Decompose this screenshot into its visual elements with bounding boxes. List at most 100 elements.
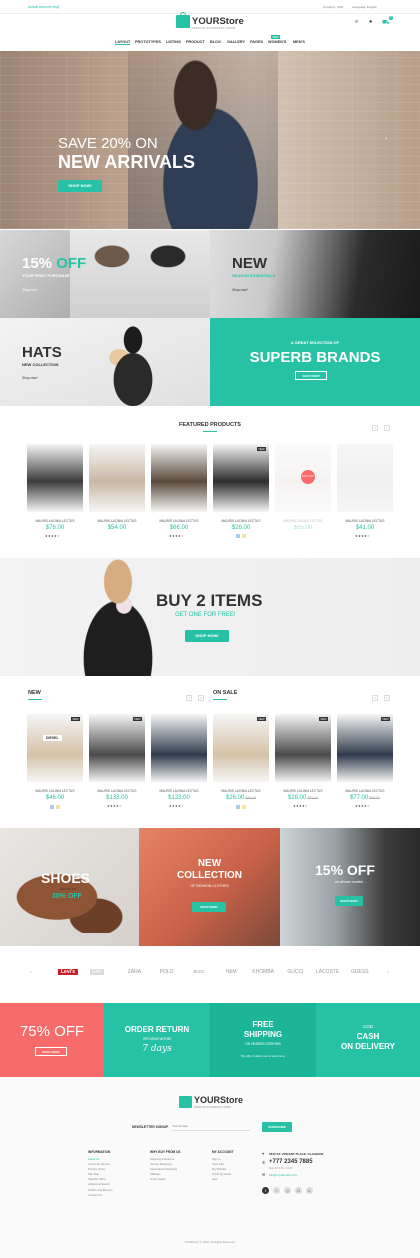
brand-logo[interactable]: ZARA xyxy=(122,969,146,975)
product-image[interactable] xyxy=(151,714,207,782)
newsletter-email-input[interactable] xyxy=(172,1122,250,1131)
brand-logo[interactable]: KHOMBA xyxy=(251,969,275,975)
collection-discount[interactable]: 15% OFF on all new models SHOP NOW! xyxy=(280,828,420,946)
facebook-icon[interactable]: f xyxy=(262,1187,269,1194)
account-icon[interactable]: ● xyxy=(369,19,372,25)
product-name[interactable]: MAURIS LACINIA LECTUS xyxy=(211,519,271,523)
instagram-icon[interactable]: ◘ xyxy=(295,1187,302,1194)
product-name[interactable]: MAURIS LACINIA LECTUS xyxy=(335,789,395,793)
subscribe-button[interactable]: SUBSCRIBE xyxy=(262,1122,292,1132)
nav-prototypes[interactable]: PROTOTYPES xyxy=(135,40,161,44)
cart-icon[interactable]: ⛟ xyxy=(382,19,390,27)
product-image[interactable] xyxy=(213,444,269,512)
product-name[interactable]: MAURIS LACINIA LECTUS xyxy=(149,789,209,793)
collection-shoes[interactable]: SHOES GET UP TO 30% OFF xyxy=(0,828,139,946)
search-icon[interactable]: ⌕ xyxy=(355,19,358,26)
nav-pages[interactable]: PAGES xyxy=(250,40,263,44)
feature-sale[interactable]: 75% OFF SHOP NOW! xyxy=(0,1003,104,1077)
featured-prev-arrow[interactable]: ‹ xyxy=(372,425,378,431)
new-next-arrow[interactable]: › xyxy=(198,695,204,701)
brand-logo[interactable]: GUESS xyxy=(348,969,372,975)
product-image[interactable] xyxy=(337,444,393,512)
brand-logo[interactable]: H&M xyxy=(219,969,243,975)
nav-gallery[interactable]: GALLERY xyxy=(227,40,245,44)
product-name[interactable]: MAURIS LACINIA LECTUS xyxy=(87,519,147,523)
nav-blog[interactable]: BLOG xyxy=(210,40,221,44)
brands-next-arrow[interactable]: › xyxy=(385,970,391,976)
hero-shop-button[interactable]: SHOP NOW! xyxy=(58,180,102,192)
footer-link[interactable]: Contact Us xyxy=(88,1193,143,1198)
currency-select[interactable]: Currency: USD xyxy=(323,5,343,9)
product-image[interactable] xyxy=(337,714,393,782)
brand-logo[interactable]: POLO xyxy=(155,969,179,975)
product-name[interactable]: MAURIS LACINIA LECTUS xyxy=(25,519,85,523)
collection-new-title-2: COLLECTION xyxy=(177,870,242,881)
promo-title: BUY 2 ITEMS xyxy=(156,591,263,610)
banner-brands[interactable]: A GREAT SELECTION OF SUPERB BRANDS SHOP … xyxy=(210,318,420,406)
color-swatch-yellow[interactable] xyxy=(56,805,60,809)
promo-shop-button[interactable]: SHOP NOW! xyxy=(185,630,229,642)
product-name[interactable]: MAURIS LACINIA LECTUS xyxy=(273,789,333,793)
nav-womens[interactable]: WOMEN'S xyxy=(268,40,286,44)
feature-sale-button[interactable]: SHOP NOW! xyxy=(35,1047,67,1056)
language-select[interactable]: Language: English xyxy=(352,5,377,9)
product-image[interactable] xyxy=(151,444,207,512)
nav-product[interactable]: PRODUCT xyxy=(186,40,205,44)
product-image[interactable] xyxy=(213,714,269,782)
banner-discount[interactable]: 15% OFF YOUR FIRST PURCHASE Shop now! xyxy=(0,230,210,318)
color-swatch-blue[interactable] xyxy=(236,534,240,538)
product-name[interactable]: MAURIS LACINIA LECTUS xyxy=(211,789,271,793)
product-name[interactable]: MAURIS LACINIA LECTUS xyxy=(273,519,333,523)
promo-banner[interactable]: BUY 2 ITEMS GET ONE FOR FREE! SHOP NOW! xyxy=(0,558,420,676)
collection-new-button[interactable]: SHOP NOW! xyxy=(192,902,226,912)
brand-logo[interactable]: LACOSTE xyxy=(316,969,340,975)
sale-prev-arrow[interactable]: ‹ xyxy=(372,695,378,701)
product-name[interactable]: MAURIS LACINIA LECTUS xyxy=(87,789,147,793)
product-image[interactable] xyxy=(275,714,331,782)
banner-brands-button[interactable]: SHOP NOW! xyxy=(295,371,327,380)
footer-link[interactable]: Group Sales xyxy=(150,1177,205,1182)
color-swatch-yellow[interactable] xyxy=(242,534,246,538)
logo-bag-icon[interactable] xyxy=(176,12,190,28)
brand-logo[interactable]: GAP xyxy=(90,969,105,975)
brand-logo[interactable]: Levi's xyxy=(58,969,78,975)
product-name[interactable]: MAURIS LACINIA LECTUS xyxy=(335,519,395,523)
color-swatch-blue[interactable] xyxy=(50,805,54,809)
collection-new[interactable]: NEW COLLECTION OF FASHION CLOTHES SHOP N… xyxy=(139,828,280,946)
color-swatch-blue[interactable] xyxy=(236,805,240,809)
product-name[interactable]: MAURIS LACINIA LECTUS xyxy=(25,789,85,793)
product-image[interactable] xyxy=(89,444,145,512)
banner-hats-link[interactable]: Shop now! xyxy=(22,376,38,380)
brand-logo[interactable]: ecco xyxy=(187,969,211,975)
nav-listing[interactable]: LISTING xyxy=(166,40,181,44)
new-prev-arrow[interactable]: ‹ xyxy=(186,695,192,701)
nav-mens[interactable]: MEN'S xyxy=(293,40,305,44)
twitter-icon[interactable]: t xyxy=(273,1187,280,1194)
banner-new-season[interactable]: NEW SEASON ESSENTIALS Shop now! xyxy=(210,230,420,318)
brand-logo[interactable]: GUCCI xyxy=(283,969,307,975)
brands-prev-arrow[interactable]: ‹ xyxy=(28,970,34,976)
footer-email[interactable]: info@mydomain.com xyxy=(269,1173,297,1177)
product-name[interactable]: MAURIS LACINIA LECTUS xyxy=(149,519,209,523)
product-image[interactable] xyxy=(27,714,83,782)
nav-layout[interactable]: LAYOUT xyxy=(115,40,131,45)
banner-hats-model xyxy=(88,318,178,406)
sale-next-arrow[interactable]: › xyxy=(384,695,390,701)
product-image[interactable] xyxy=(27,444,83,512)
collection-discount-button[interactable]: SHOP NOW! xyxy=(335,896,363,906)
featured-next-arrow[interactable]: › xyxy=(384,425,390,431)
product-image[interactable] xyxy=(89,714,145,782)
rating-stars: ★★★★☆ xyxy=(355,804,370,808)
banner-new-link[interactable]: Shop now! xyxy=(232,288,248,292)
footer-link[interactable]: Help xyxy=(212,1177,257,1182)
banner-hats[interactable]: HATS NEW COLLECTION Shop now! xyxy=(0,318,210,406)
google-plus-icon[interactable]: g xyxy=(284,1187,291,1194)
banner-discount-link[interactable]: Shop now! xyxy=(22,288,38,292)
feature-shipping-l3: ON ORDERS OVER $99 xyxy=(245,1042,281,1046)
logo-text[interactable]: YOURStore xyxy=(192,16,244,27)
hero-next-arrow[interactable]: › xyxy=(385,136,387,142)
footer-logo-text[interactable]: YOURStore xyxy=(194,1095,243,1105)
banner-discount-subtitle: YOUR FIRST PURCHASE xyxy=(22,273,70,278)
youtube-icon[interactable]: ▸ xyxy=(306,1187,313,1194)
color-swatch-yellow[interactable] xyxy=(242,805,246,809)
